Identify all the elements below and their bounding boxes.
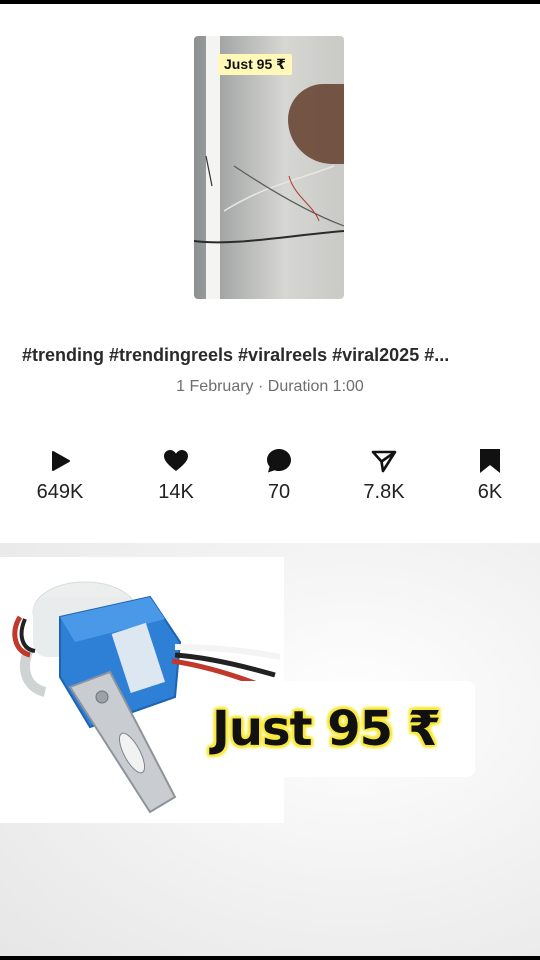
price-label: Just 95 ₹ (212, 701, 441, 757)
stats-row: 649K 14K 70 7.8K 6K (0, 445, 540, 515)
comment-icon (234, 445, 324, 477)
bottom-border (0, 956, 540, 960)
comments-count: 70 (267, 481, 291, 503)
post-caption[interactable]: #trending #trendingreels #viralreels #vi… (22, 345, 518, 366)
shares-count: 7.8K (363, 481, 405, 503)
reel-thumbnail[interactable]: Just 95 ₹ (194, 36, 344, 299)
price-card: Just 95 ₹ (178, 681, 475, 777)
promo-banner[interactable]: Just 95 ₹ (0, 543, 540, 956)
stat-saves[interactable]: 6K (445, 445, 535, 504)
plays-count: 649K (36, 481, 84, 503)
top-border (0, 0, 540, 4)
stat-comments[interactable]: 70 (234, 445, 324, 504)
thumbnail-price-tag: Just 95 ₹ (218, 54, 292, 75)
stat-shares[interactable]: 7.8K (339, 445, 429, 504)
play-icon (15, 445, 105, 477)
bookmark-icon (445, 445, 535, 477)
heart-icon (131, 445, 221, 477)
share-icon (339, 445, 429, 477)
post-meta: 1 February · Duration 1:00 (176, 378, 364, 395)
saves-count: 6K (477, 481, 503, 503)
wires-graphic (194, 155, 344, 244)
stat-plays[interactable]: 649K (15, 445, 105, 504)
likes-count: 14K (158, 481, 194, 503)
stat-likes[interactable]: 14K (131, 445, 221, 504)
